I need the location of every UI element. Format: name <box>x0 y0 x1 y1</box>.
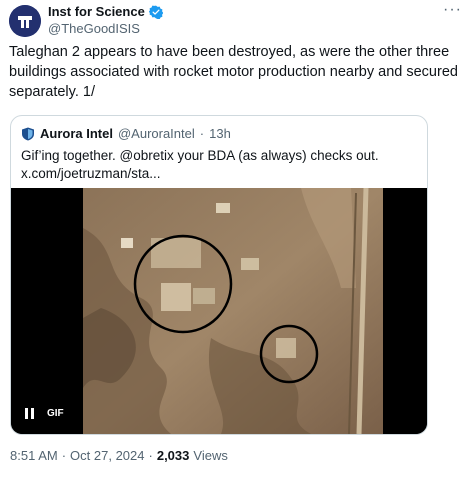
author-avatar[interactable] <box>9 5 41 37</box>
quoted-header: Aurora Intel @AuroraIntel · 13h <box>21 126 231 141</box>
views-count: 2,033 <box>156 448 190 463</box>
meta-separator: · <box>61 448 67 463</box>
gif-badge: GIF <box>43 407 68 420</box>
tweet-meta: 8:51 AM · Oct 27, 2024 · 2,033 Views <box>10 448 228 463</box>
quoted-display-name[interactable]: Aurora Intel <box>40 126 113 141</box>
satellite-image <box>11 188 427 434</box>
quoted-separator: · <box>199 126 205 141</box>
aurora-shield-icon <box>22 127 34 140</box>
views-label: Views <box>193 448 228 463</box>
tweet-text: Taleghan 2 appears to have been destroye… <box>9 44 458 100</box>
author-name-row: Inst for Science <box>48 4 163 19</box>
quoted-media-gif[interactable]: GIF <box>11 188 427 434</box>
verified-badge-icon <box>148 5 163 19</box>
tweet-time[interactable]: 8:51 AM <box>10 448 58 463</box>
gif-controls: GIF <box>25 407 68 420</box>
quoted-handle[interactable]: @AuroraIntel <box>118 126 195 141</box>
quoted-tweet[interactable]: Aurora Intel @AuroraIntel · 13h Gif’ing … <box>10 115 428 435</box>
author-display-name[interactable]: Inst for Science <box>48 4 145 19</box>
quoted-text: Gif’ing together. @obretix your BDA (as … <box>21 148 379 181</box>
pause-icon[interactable] <box>25 408 35 419</box>
more-icon[interactable]: ··· <box>443 2 462 18</box>
tweet: Inst for Science @TheGoodISIS ··· Talegh… <box>0 0 474 481</box>
tweet-date[interactable]: Oct 27, 2024 <box>70 448 144 463</box>
meta-separator: · <box>148 448 153 463</box>
institute-logo-icon <box>9 5 41 37</box>
quoted-time[interactable]: 13h <box>209 126 231 141</box>
author-handle[interactable]: @TheGoodISIS <box>48 21 140 36</box>
